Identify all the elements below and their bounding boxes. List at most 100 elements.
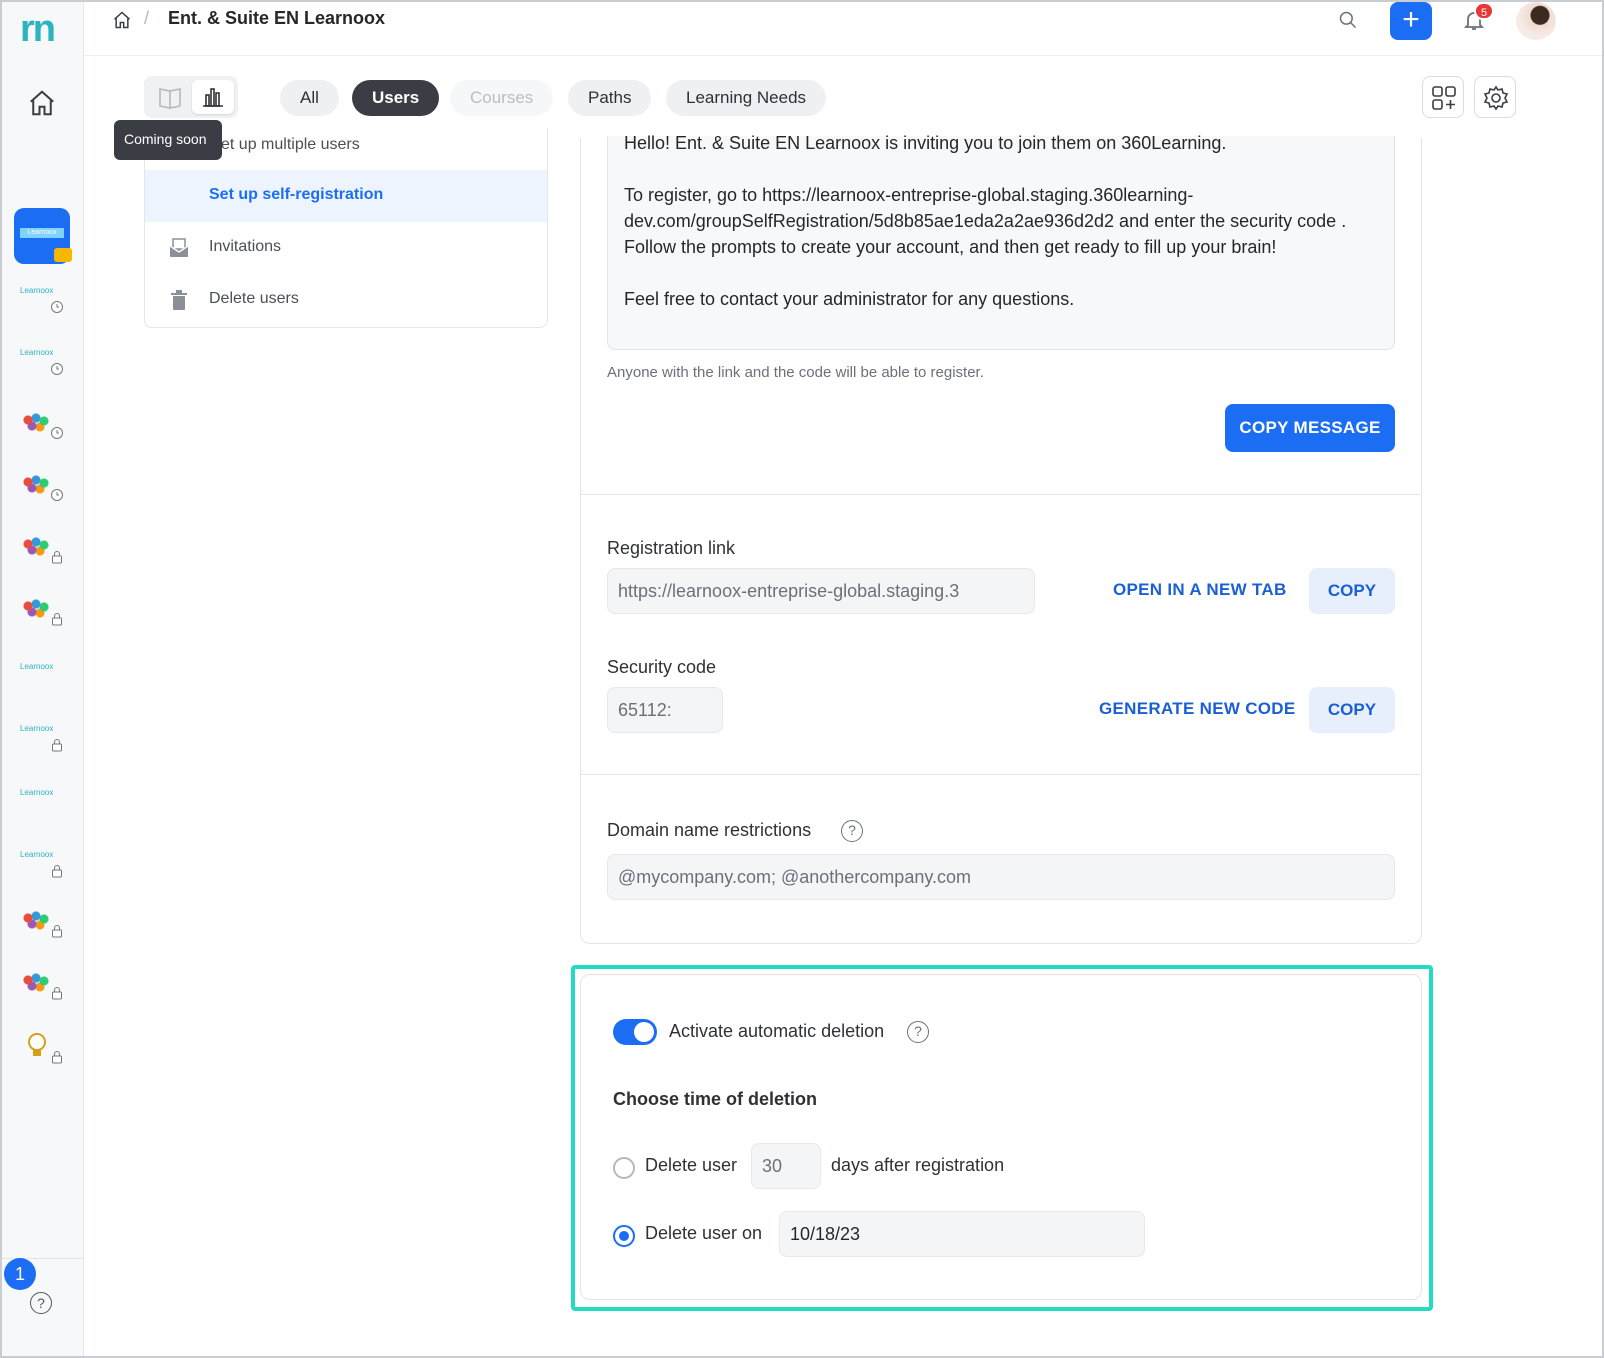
- rail-item-group[interactable]: Learnoox: [18, 850, 68, 886]
- clock-icon: [51, 489, 63, 501]
- group-logo: Learnoox: [20, 228, 64, 238]
- clock-icon: [51, 363, 63, 375]
- registration-link-field[interactable]: https://learnoox-entreprise-global.stagi…: [607, 568, 1035, 614]
- registration-link-label: Registration link: [607, 538, 736, 558]
- message-greeting: Hello! Ent. & Suite EN Learnoox is invit…: [624, 133, 1227, 153]
- group-logo: Learnoox: [20, 286, 54, 295]
- help-icon[interactable]: ?: [907, 1021, 929, 1043]
- rail-item-group[interactable]: Learnoox: [18, 662, 68, 698]
- lock-icon: [52, 1051, 62, 1064]
- home-icon[interactable]: [27, 88, 57, 118]
- book-icon[interactable]: [150, 80, 190, 114]
- search-icon[interactable]: [1338, 10, 1358, 30]
- toggle-knob: [634, 1022, 654, 1042]
- message-contact: Feel free to contact your administrator …: [624, 289, 1075, 309]
- rail-item-group[interactable]: Learnoox: [18, 724, 68, 760]
- submenu-item-label: Set up self-registration: [209, 186, 384, 203]
- submenu-item-self-registration[interactable]: Set up self-registration: [145, 170, 547, 222]
- security-code-label: Security code: [607, 657, 717, 677]
- rail-item-group[interactable]: [18, 598, 68, 634]
- group-logo: Learnoox: [20, 348, 54, 357]
- tab-all[interactable]: All: [280, 80, 339, 116]
- invitation-message[interactable]: Hello! Ent. & Suite EN Learnoox is invit…: [607, 133, 1395, 350]
- tab-paths[interactable]: Paths: [568, 80, 652, 116]
- crown-icon: [54, 248, 72, 262]
- clock-icon: [51, 427, 63, 439]
- section-divider: [581, 494, 1421, 495]
- inbox-icon: [169, 238, 189, 257]
- self-registration-card: Hello! Ent. & Suite EN Learnoox is invit…: [580, 133, 1422, 944]
- generate-new-code-button[interactable]: GENERATE NEW CODE: [1099, 699, 1296, 719]
- rail-item-group[interactable]: Learnoox: [18, 286, 68, 322]
- group-avatar-cluster: [22, 536, 50, 556]
- security-code-field[interactable]: 65112:: [607, 687, 723, 733]
- lock-icon: [52, 613, 62, 626]
- rail-item-group[interactable]: [18, 536, 68, 572]
- tab-users[interactable]: Users: [352, 80, 440, 116]
- group-logo: Learnoox: [20, 662, 54, 671]
- lock-icon: [52, 865, 62, 878]
- breadcrumb-home-icon[interactable]: [112, 10, 132, 30]
- copy-message-button[interactable]: COPY MESSAGE: [1225, 404, 1395, 452]
- view-toggle: [144, 76, 238, 118]
- group-avatar-cluster: [22, 910, 50, 930]
- choose-time-heading: Choose time of deletion: [613, 1089, 818, 1109]
- rail-item-group[interactable]: [18, 474, 68, 510]
- section-divider: [581, 774, 1421, 775]
- top-bar: / Ent. & Suite EN Learnoox + 5: [84, 2, 1602, 56]
- domain-restrictions-label: Domain name restrictions: [607, 820, 812, 840]
- rail-item-group[interactable]: Learnoox: [18, 348, 68, 384]
- help-icon[interactable]: ?: [30, 1292, 52, 1314]
- bar-chart-icon[interactable]: [192, 80, 234, 114]
- submenu-item-label: Delete users: [209, 290, 299, 307]
- deletion-date-input[interactable]: 10/18/23: [779, 1211, 1145, 1257]
- grid-add-icon: [1432, 86, 1456, 110]
- group-avatar-cluster: [22, 474, 50, 494]
- tab-learning-needs[interactable]: Learning Needs: [666, 80, 827, 116]
- rail-item-group[interactable]: Learnoox: [18, 788, 68, 824]
- onboarding-count-badge[interactable]: 1: [4, 1258, 36, 1290]
- automatic-deletion-card: Activate automatic deletion ? Choose tim…: [580, 974, 1422, 1300]
- submenu-item-label: Invitations: [209, 238, 282, 255]
- delete-on-date-radio[interactable]: [613, 1225, 635, 1247]
- add-button[interactable]: +: [1390, 2, 1432, 40]
- notification-badge: 5: [1474, 2, 1494, 20]
- coming-soon-tooltip: Coming soon: [114, 120, 222, 160]
- automatic-deletion-label: Activate automatic deletion: [669, 1021, 885, 1041]
- group-logo: Learnoox: [20, 788, 54, 797]
- rail-item-group[interactable]: [18, 972, 68, 1008]
- lock-icon: [52, 739, 62, 752]
- open-new-tab-button[interactable]: OPEN IN A NEW TAB: [1113, 580, 1287, 600]
- widgets-button[interactable]: [1422, 76, 1464, 118]
- delete-user-label: Delete user: [645, 1155, 738, 1175]
- lock-icon: [52, 551, 62, 564]
- group-logo: Learnoox: [20, 850, 54, 859]
- copy-link-button[interactable]: COPY: [1309, 568, 1395, 614]
- settings-button[interactable]: [1474, 76, 1516, 118]
- automatic-deletion-toggle[interactable]: [613, 1019, 657, 1045]
- delete-user-on-label: Delete user on: [645, 1223, 763, 1243]
- days-after-registration-label: days after registration: [831, 1155, 1005, 1175]
- submenu-item-invitations[interactable]: Invitations: [145, 222, 547, 274]
- group-avatar-cluster: [22, 412, 50, 432]
- delete-after-days-radio[interactable]: [613, 1157, 635, 1179]
- rail-item-active-group[interactable]: Learnoox: [14, 208, 72, 264]
- message-hint: Anyone with the link and the code will b…: [607, 364, 984, 381]
- left-rail: rn Learnoox Learnoox Learnoox Learnoox L…: [2, 2, 84, 1356]
- rail-item-group[interactable]: [18, 910, 68, 946]
- tab-courses[interactable]: Courses: [450, 80, 554, 116]
- domain-restrictions-input[interactable]: @mycompany.com; @anothercompany.com: [607, 854, 1395, 900]
- help-icon[interactable]: ?: [841, 820, 863, 842]
- lock-icon: [52, 987, 62, 1000]
- submenu-item-delete-users[interactable]: Delete users: [145, 274, 547, 326]
- app-logo[interactable]: rn: [20, 8, 56, 51]
- rail-item-group[interactable]: [18, 1032, 68, 1068]
- copy-code-button[interactable]: COPY: [1309, 687, 1395, 733]
- gear-icon: [1483, 85, 1509, 111]
- clock-icon: [51, 301, 63, 313]
- group-avatar-cluster: [22, 972, 50, 992]
- user-avatar[interactable]: [1516, 2, 1556, 40]
- days-input[interactable]: 30: [751, 1143, 821, 1189]
- group-avatar-cluster: [22, 598, 50, 618]
- rail-item-group[interactable]: [18, 412, 68, 448]
